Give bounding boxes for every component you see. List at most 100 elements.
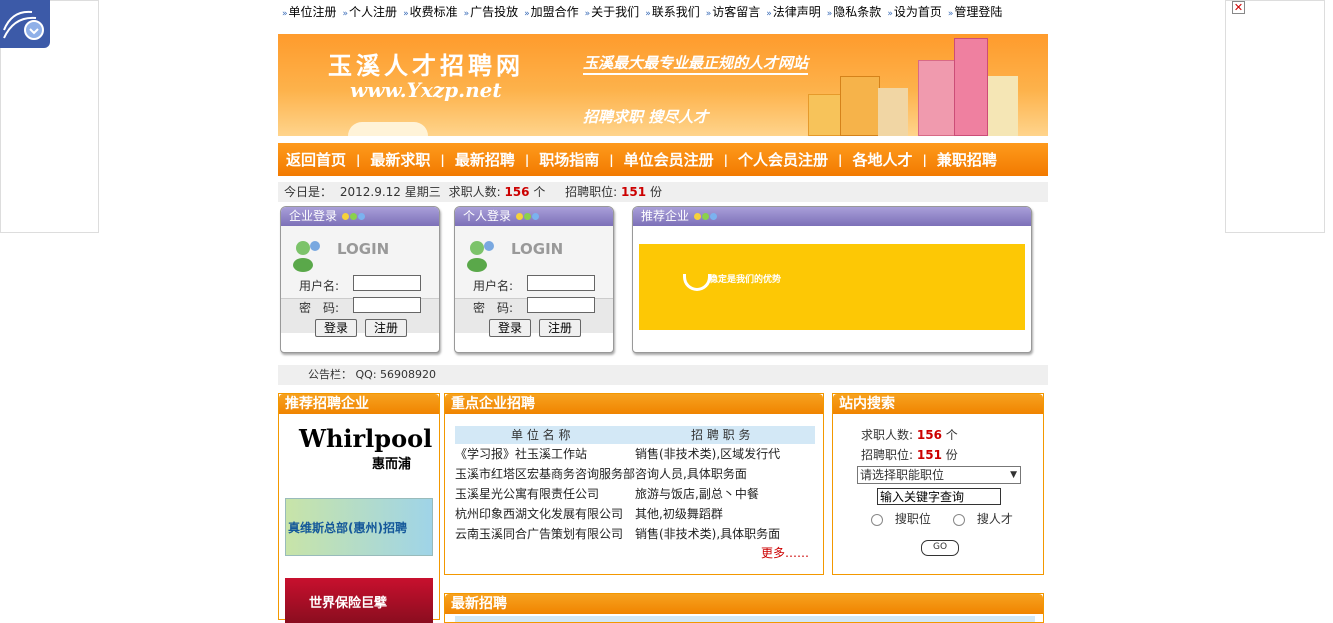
mainnav-link[interactable]: 职场指南 — [539, 149, 599, 170]
topnav-link[interactable]: 收费标准 — [410, 5, 458, 19]
login-button[interactable]: 登录 — [489, 319, 532, 337]
section-title: 最新招聘 — [445, 594, 1043, 614]
username-input[interactable] — [527, 275, 595, 291]
ad-text: 世界保险巨擘 — [309, 596, 388, 611]
topnav-link[interactable]: 管理登陆 — [954, 5, 1002, 19]
mainnav-link[interactable]: 各地人才 — [852, 149, 912, 170]
topnav-link[interactable]: 加盟合作 — [531, 5, 579, 19]
recommend-panel: 推荐企业 稳定是我们的优势 — [632, 206, 1032, 353]
site-search-section: 站内搜索 求职人数: 156 个 招聘职位: 151 份 请选择职能职位 ▼ 搜… — [832, 393, 1044, 575]
username-input[interactable] — [353, 275, 421, 291]
slogan-main: 玉溪最大最专业最正规的人才网站 — [583, 52, 809, 75]
jeanswest-ad[interactable]: 真维斯总部(惠州)招聘 — [285, 498, 433, 556]
password-input[interactable] — [527, 297, 595, 313]
table-row[interactable]: 玉溪市红塔区宏基商务咨询服务部 咨询人员,具体职务面 — [455, 464, 815, 484]
slogan-sub: 招聘求职 搜尽人才 — [583, 108, 709, 126]
recommend-banner[interactable]: 稳定是我们的优势 — [639, 244, 1025, 330]
chevron-down-icon: ▼ — [1010, 470, 1017, 480]
topnav-link[interactable]: 个人注册 — [349, 5, 397, 19]
seekers-line: 求职人数: 156 个 — [861, 426, 958, 443]
job-position[interactable]: 销售(非技术类),具体职务面 — [635, 524, 780, 544]
login-button[interactable]: 登录 — [315, 319, 358, 337]
panel-title: 个人登录 — [463, 209, 512, 223]
insurance-ad[interactable]: 世界保险巨擘 — [285, 578, 433, 623]
radio-job[interactable]: 搜职位 — [871, 510, 931, 527]
col-company: 单 位 名 称 — [511, 428, 571, 442]
keyword-input[interactable] — [877, 488, 1001, 505]
whirlpool-logo[interactable]: Whirlpool 惠而浦 — [299, 424, 432, 474]
panel-title: 推荐企业 — [641, 209, 690, 223]
close-icon[interactable]: ✕ — [1232, 1, 1245, 14]
job-list: 《学习报》社玉溪工作站 销售(非技术类),区域发行代 玉溪市红塔区宏基商务咨询服务部… — [455, 444, 815, 544]
seekers-label: 求职人数: — [448, 185, 501, 199]
go-label: GO — [932, 542, 948, 552]
table-row[interactable]: 《学习报》社玉溪工作站 销售(非技术类),区域发行代 — [455, 444, 815, 464]
nav-separator: | — [838, 152, 843, 167]
topnav-link[interactable]: 法律声明 — [773, 5, 821, 19]
positions-line: 招聘职位: 151 份 — [861, 446, 958, 463]
arrow-icon: » — [766, 8, 772, 19]
banner-text: 稳定是我们的优势 — [709, 275, 782, 285]
password-input[interactable] — [353, 297, 421, 313]
right-float-panel — [1225, 0, 1325, 233]
company-name[interactable]: 玉溪星光公寓有限责任公司 — [455, 487, 599, 501]
arrow-icon: » — [645, 8, 651, 19]
topnav-link[interactable]: 关于我们 — [591, 5, 639, 19]
panel-header: 个人登录 — [455, 207, 613, 226]
smile-icon — [683, 274, 711, 291]
radio-label: 搜人才 — [976, 512, 1013, 526]
company-login-panel: 企业登录 LOGIN 用户名: 密 码: 登录 注册 — [280, 206, 440, 353]
company-name[interactable]: 玉溪市红塔区宏基商务咨询服务部 — [455, 467, 635, 481]
col-position: 招 聘 职 务 — [691, 428, 751, 442]
notice-bar: 公告栏： QQ: 56908920 — [278, 365, 1048, 385]
more-link[interactable]: 更多…… — [761, 544, 809, 561]
table-header: 单 位 名 称 招 聘 职 务 — [455, 426, 815, 444]
company-name[interactable]: 杭州印象西湖文化发展有限公司 — [455, 507, 623, 521]
positions-unit: 份 — [945, 448, 958, 462]
topnav-link[interactable]: 联系我们 — [652, 5, 700, 19]
topnav-link[interactable]: 单位注册 — [289, 5, 337, 19]
job-position[interactable]: 其他,初级舞蹈群 — [635, 504, 723, 524]
main-nav: 返回首页 | 最新求职 | 最新招聘 | 职场指南 | 单位会员注册 | 个人会员注册 | 各地人才 | 兼… — [278, 143, 1048, 176]
login-body: LOGIN 用户名: — [455, 226, 613, 298]
nav-separator: | — [356, 152, 361, 167]
arrow-icon: » — [705, 8, 712, 19]
mainnav-link[interactable]: 最新招聘 — [455, 149, 515, 170]
arrow-icon: » — [524, 8, 530, 19]
category-select[interactable]: 请选择职能职位 ▼ — [857, 466, 1021, 484]
table-row[interactable]: 玉溪星光公寓有限责任公司 旅游与饭店,副总丶中餐 — [455, 484, 815, 504]
register-button[interactable]: 注册 — [539, 319, 582, 337]
site-banner: 玉溪人才招聘网 www.Yxzp.net 玉溪最大最专业最正规的人才网站 招聘求… — [278, 34, 1048, 136]
table-row[interactable]: 杭州印象西湖文化发展有限公司 其他,初级舞蹈群 — [455, 504, 815, 524]
fingerprint-icon[interactable] — [0, 0, 50, 48]
register-button[interactable]: 注册 — [365, 319, 408, 337]
topnav-link[interactable]: 隐私条款 — [833, 5, 881, 19]
topnav-link[interactable]: 访客留言 — [712, 5, 760, 19]
date-text: 2012.9.12 星期三 — [339, 185, 441, 199]
mainnav-link[interactable]: 兼职招聘 — [937, 149, 997, 170]
radio-talent[interactable]: 搜人才 — [953, 510, 1013, 527]
today-label: 今日是： — [284, 185, 333, 199]
job-position[interactable]: 销售(非技术类),区域发行代 — [635, 444, 780, 464]
mainnav-link[interactable]: 个人会员注册 — [738, 149, 828, 170]
select-value: 请选择职能职位 — [860, 468, 945, 482]
job-position[interactable]: 旅游与饭店,副总丶中餐 — [635, 484, 759, 504]
job-position[interactable]: 咨询人员,具体职务面 — [635, 464, 747, 484]
company-name[interactable]: 云南玉溪同合广告策划有限公司 — [455, 527, 623, 541]
topnav-link[interactable]: 设为首页 — [894, 5, 942, 19]
radio-icon — [871, 513, 883, 526]
table-row[interactable]: 云南玉溪同合广告策划有限公司 销售(非技术类),具体职务面 — [455, 524, 815, 544]
seekers-count: 156 — [916, 428, 942, 442]
mainnav-link[interactable]: 返回首页 — [286, 149, 346, 170]
mainnav-link[interactable]: 最新求职 — [370, 149, 430, 170]
go-button[interactable]: GO — [921, 540, 959, 556]
mainnav-link[interactable]: 单位会员注册 — [624, 149, 714, 170]
user-icon — [465, 238, 497, 272]
section-title: 推荐招聘企业 — [279, 394, 439, 414]
topnav-link[interactable]: 广告投放 — [470, 5, 518, 19]
positions-label: 招聘职位: — [565, 185, 618, 199]
password-label: 密 码: — [473, 301, 514, 315]
notice-text: QQ: 56908920 — [355, 368, 437, 381]
company-name[interactable]: 《学习报》社玉溪工作站 — [455, 447, 587, 461]
dots-icon — [693, 209, 717, 223]
